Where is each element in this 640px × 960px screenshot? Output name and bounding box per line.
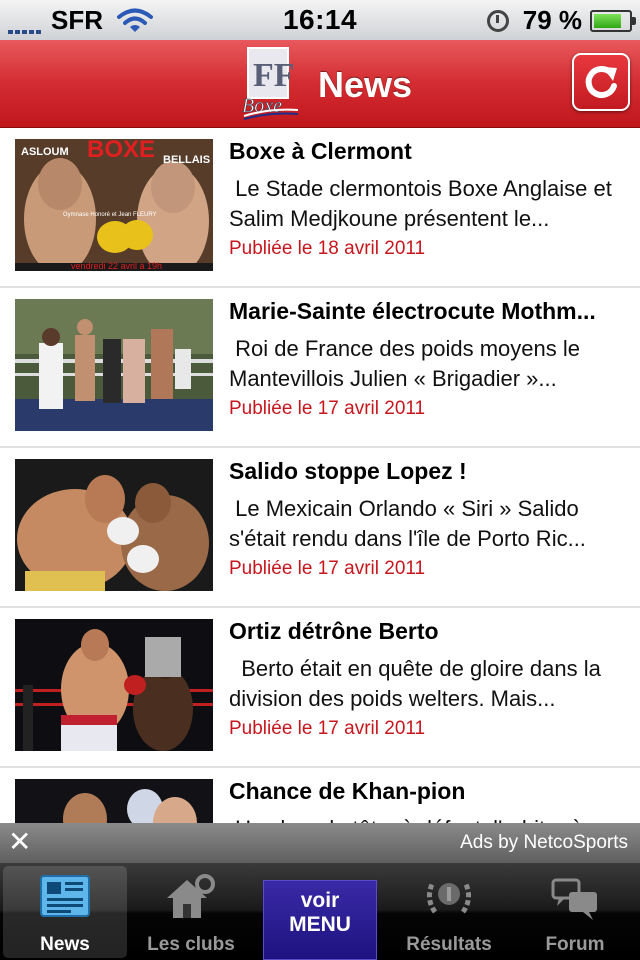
news-date: Publiée le 17 avril 2011 bbox=[229, 558, 426, 579]
page-title: News bbox=[318, 64, 413, 105]
tab-clubs[interactable]: Les clubs bbox=[129, 866, 253, 958]
news-thumbnail bbox=[15, 619, 213, 751]
news-date: Publiée le 17 avril 2011 bbox=[229, 718, 426, 739]
laurel-medal-icon bbox=[427, 880, 471, 914]
ad-close-button[interactable]: ✕ bbox=[8, 827, 31, 857]
news-summary: Le Stade clermontois Boxe Anglaise et Sa… bbox=[229, 176, 618, 231]
status-bar: SFR 16:14 79 % bbox=[0, 0, 640, 40]
tab-label: Forum bbox=[545, 934, 605, 955]
svg-text:BELLAIS: BELLAIS bbox=[163, 154, 210, 166]
svg-text:ASLOUM: ASLOUM bbox=[21, 146, 69, 158]
news-item[interactable]: Ortiz détrône Berto Berto était en quête… bbox=[0, 608, 640, 768]
svg-text:vendredi 22 avril à 19h: vendredi 22 avril à 19h bbox=[71, 261, 162, 271]
news-item[interactable]: Chance de Khan-pion Un choc de tête, à d… bbox=[0, 768, 640, 823]
tab-label: News bbox=[40, 934, 90, 955]
news-summary: Le Mexicain Orlando « Siri » Salido s'ét… bbox=[229, 496, 586, 551]
news-thumbnail bbox=[15, 459, 213, 591]
alarm-clock-icon bbox=[486, 9, 509, 32]
news-item[interactable]: Marie-Sainte électrocute Mothm... Roi de… bbox=[0, 288, 640, 448]
news-summary: Roi de France des poids moyens le Mantev… bbox=[229, 336, 587, 391]
svg-text:FF: FF bbox=[253, 57, 295, 94]
tab-label: Résultats bbox=[406, 934, 492, 955]
ad-label: Ads by NetcoSports bbox=[460, 832, 628, 853]
news-title: Chance de Khan-pion bbox=[229, 778, 466, 804]
tab-news[interactable]: News bbox=[3, 866, 127, 958]
status-right: 79 % bbox=[486, 5, 636, 36]
newspaper-icon bbox=[40, 875, 90, 917]
news-thumbnail: BOXE ASLOUM BELLAIS Gymnase Honoré et Je… bbox=[15, 139, 213, 271]
news-title: Boxe à Clermont bbox=[229, 138, 412, 164]
battery-percent: 79 % bbox=[522, 5, 582, 35]
news-date: Publiée le 18 avril 2011 bbox=[229, 238, 426, 259]
news-item[interactable]: Salido stoppe Lopez ! Le Mexicain Orland… bbox=[0, 448, 640, 608]
ff-boxe-logo: FF Boxe bbox=[242, 47, 299, 120]
house-search-icon bbox=[167, 874, 215, 918]
news-summary: Un choc de tête, à défaut, l'arbitre à..… bbox=[229, 814, 627, 823]
svg-text:Gymnase Honoré et Jean FLEURY: Gymnase Honoré et Jean FLEURY bbox=[63, 212, 157, 218]
app-header: FF Boxe News bbox=[0, 40, 640, 128]
tab-label: Les clubs bbox=[147, 934, 235, 955]
menu-button-line1: voir bbox=[300, 889, 340, 912]
news-title: Salido stoppe Lopez ! bbox=[229, 458, 467, 484]
news-date: Publiée le 17 avril 2011 bbox=[229, 398, 426, 419]
ad-banner[interactable]: ✕ Ads by NetcoSports bbox=[0, 823, 640, 863]
tab-results[interactable]: Résultats bbox=[387, 866, 511, 958]
menu-button-line2: MENU bbox=[289, 913, 351, 936]
news-list[interactable]: BOXE ASLOUM BELLAIS Gymnase Honoré et Je… bbox=[0, 128, 640, 823]
svg-text:BOXE: BOXE bbox=[87, 139, 155, 163]
chat-bubbles-icon bbox=[551, 878, 597, 920]
news-title: Ortiz détrône Berto bbox=[229, 618, 439, 644]
battery-icon bbox=[590, 9, 636, 32]
tab-bar: News Les clubs voir MENU Résultats Forum bbox=[0, 863, 640, 960]
menu-button[interactable]: voir MENU bbox=[263, 880, 377, 960]
tab-forum[interactable]: Forum bbox=[513, 866, 637, 958]
news-title: Marie-Sainte électrocute Mothm... bbox=[229, 298, 596, 324]
refresh-button[interactable] bbox=[572, 53, 630, 111]
app-screen: SFR 16:14 79 % FF Boxe News BOXE ASLOUM … bbox=[0, 0, 640, 960]
news-item[interactable]: BOXE ASLOUM BELLAIS Gymnase Honoré et Je… bbox=[0, 128, 640, 288]
refresh-icon bbox=[585, 66, 617, 98]
news-thumbnail bbox=[15, 299, 213, 431]
news-summary: Berto était en quête de gloire dans la d… bbox=[229, 656, 607, 711]
news-thumbnail bbox=[15, 779, 213, 823]
